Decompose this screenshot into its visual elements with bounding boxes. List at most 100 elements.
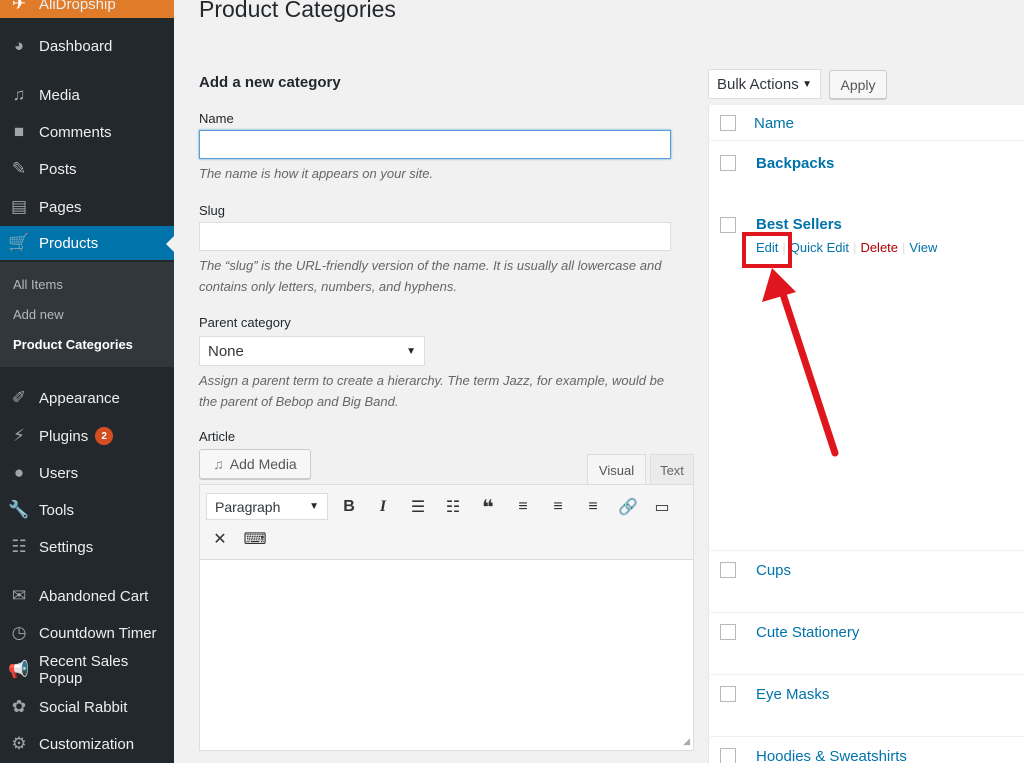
rabbit-icon: ✿: [11, 697, 27, 716]
menu-appearance[interactable]: ✐ Appearance: [0, 381, 174, 415]
menu-dashboard[interactable]: ◕ Dashboard: [0, 29, 174, 63]
media-icon: ♫: [12, 85, 26, 104]
menu-customization[interactable]: ⚙ Customization: [0, 727, 174, 761]
fullscreen-icon[interactable]: ✕: [208, 527, 232, 551]
bulk-actions-select[interactable]: Bulk Actions ▼: [708, 69, 821, 99]
add-media-label: Add Media: [229, 456, 297, 472]
read-more-icon[interactable]: ▭: [650, 495, 674, 519]
menu-settings[interactable]: ☷ Settings: [0, 530, 174, 564]
slug-input[interactable]: [199, 222, 671, 251]
caret-down-icon: ▼: [802, 78, 812, 90]
row-divider: [708, 736, 1024, 737]
apply-button[interactable]: Apply: [829, 70, 887, 99]
view-link[interactable]: View: [909, 240, 937, 255]
annotation-arrow: [762, 268, 839, 457]
add-media-button[interactable]: ♫ Add Media: [199, 449, 311, 479]
row-checkbox[interactable]: [720, 748, 736, 763]
menu-countdown-timer[interactable]: ◷ Countdown Timer: [0, 616, 174, 650]
format-select[interactable]: Paragraph ▼: [206, 493, 328, 520]
dashboard-icon: ◕: [13, 36, 25, 55]
delete-link[interactable]: Delete: [860, 240, 898, 255]
menu-users[interactable]: ● Users: [0, 456, 174, 490]
blockquote-icon[interactable]: ❝: [476, 495, 500, 519]
wrench-icon: 🔧: [8, 500, 30, 519]
resize-handle-icon[interactable]: ◢: [683, 736, 690, 747]
pages-icon: ▤: [10, 197, 28, 216]
menu-plugins[interactable]: ⚡ Plugins 2: [0, 419, 174, 453]
gear-icon: ⚙: [11, 734, 27, 753]
row-title-hoodies-sweatshirts[interactable]: Hoodies & Sweatshirts: [756, 748, 907, 763]
menu-comments[interactable]: ■ Comments: [0, 115, 174, 149]
menu-label: Appearance: [39, 389, 120, 407]
parent-select[interactable]: None ▼: [199, 336, 425, 366]
menu-products[interactable]: 🛒 Products: [0, 226, 174, 260]
user-icon: ●: [13, 463, 25, 482]
keyboard-icon[interactable]: ⌨: [243, 527, 267, 551]
row-title-cute-stationery[interactable]: Cute Stationery: [756, 624, 859, 641]
menu-label: Countdown Timer: [39, 624, 157, 642]
align-center-icon[interactable]: ≡: [546, 495, 570, 519]
menu-label: Posts: [39, 160, 77, 178]
row-checkbox[interactable]: [720, 686, 736, 702]
link-icon[interactable]: 🔗: [616, 495, 640, 519]
row-checkbox[interactable]: [720, 155, 736, 171]
menu-social-rabbit[interactable]: ✿ Social Rabbit: [0, 690, 174, 724]
menu-label: Customization: [39, 735, 135, 753]
megaphone-icon: 📢: [8, 660, 30, 679]
row-checkbox[interactable]: [720, 217, 736, 233]
menu-recent-sales-popup[interactable]: 📢 Recent Sales Popup: [0, 653, 174, 687]
submenu-product-categories[interactable]: Product Categories: [13, 337, 133, 352]
menu-label: Dashboard: [39, 37, 113, 55]
align-left-icon[interactable]: ≡: [511, 495, 535, 519]
caret-down-icon: ▼: [309, 501, 319, 512]
menu-posts[interactable]: ✎ Posts: [0, 152, 174, 186]
menu-label: Plugins: [39, 427, 89, 445]
menu-media[interactable]: ♫ Media: [0, 78, 174, 112]
menu-alidropship[interactable]: ✈ AliDropship: [0, 0, 174, 18]
slug-help-line-1: The “slug” is the URL-friendly version o…: [199, 258, 662, 273]
row-title-backpacks[interactable]: Backpacks: [756, 155, 834, 172]
parent-help-line-2: the parent of Bebop and Big Band.: [199, 394, 399, 409]
menu-label: Pages: [39, 198, 82, 216]
row-divider: [708, 674, 1024, 675]
separator: |: [902, 240, 906, 255]
parent-help-line-1: Assign a parent term to create a hierarc…: [199, 373, 665, 388]
select-all-checkbox[interactable]: [720, 115, 736, 131]
bold-icon[interactable]: B: [337, 495, 361, 519]
tab-visual[interactable]: Visual: [587, 454, 646, 485]
editor-content-area[interactable]: ◢: [199, 559, 694, 751]
row-title-cups[interactable]: Cups: [756, 562, 791, 579]
products-submenu: All Items Add new Product Categories: [0, 262, 174, 367]
menu-tools[interactable]: 🔧 Tools: [0, 493, 174, 527]
italic-icon[interactable]: I: [371, 495, 395, 519]
menu-abandoned-cart[interactable]: ✉ Abandoned Cart: [0, 579, 174, 613]
row-title-eye-masks[interactable]: Eye Masks: [756, 686, 829, 703]
menu-label: Social Rabbit: [39, 698, 128, 716]
submenu-add-new[interactable]: Add new: [13, 307, 64, 322]
alidropship-icon: ✈: [11, 0, 27, 13]
quick-edit-link[interactable]: Quick Edit: [790, 240, 849, 255]
menu-label: Recent Sales Popup: [39, 653, 129, 687]
align-right-icon[interactable]: ≡: [581, 495, 605, 519]
row-divider: [708, 612, 1024, 613]
row-checkbox[interactable]: [720, 624, 736, 640]
menu-label: Comments: [39, 123, 112, 141]
row-checkbox[interactable]: [720, 562, 736, 578]
column-header-name[interactable]: Name: [754, 115, 794, 132]
name-input[interactable]: [199, 130, 671, 159]
numbered-list-icon[interactable]: ☷: [441, 495, 465, 519]
row-title-best-sellers[interactable]: Best Sellers: [756, 216, 842, 233]
row-divider: [708, 140, 1024, 141]
menu-pages[interactable]: ▤ Pages: [0, 190, 174, 224]
current-arrow: [166, 236, 174, 252]
clock-icon: ◷: [11, 623, 27, 642]
bulk-actions-value: Bulk Actions: [717, 75, 799, 93]
tab-text[interactable]: Text: [650, 454, 694, 485]
media-icon: ♫: [213, 456, 224, 472]
name-label: Name: [199, 111, 234, 126]
submenu-all-items[interactable]: All Items: [13, 277, 63, 292]
brush-icon: ✐: [11, 388, 27, 407]
article-label: Article: [199, 429, 236, 444]
bullet-list-icon[interactable]: ☰: [406, 495, 430, 519]
pin-icon: ✎: [11, 159, 27, 178]
